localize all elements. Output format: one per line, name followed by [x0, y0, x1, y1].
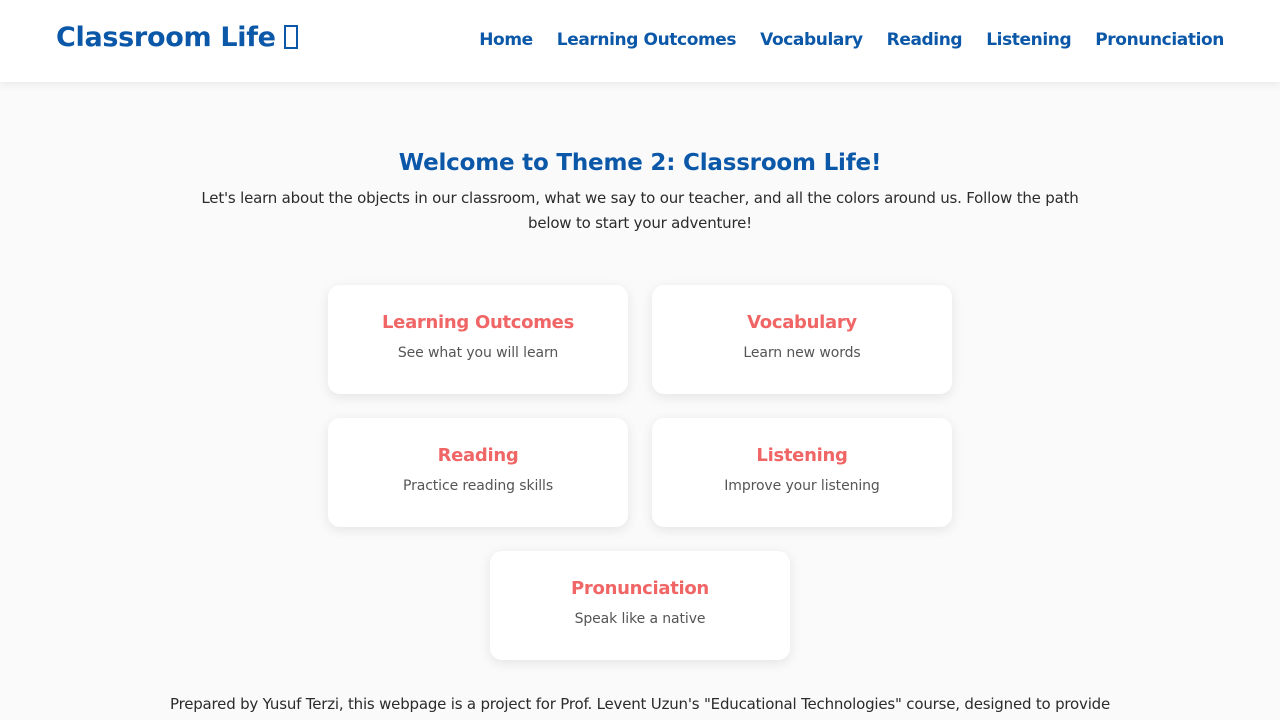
card-learning-outcomes[interactable]: Learning Outcomes See what you will lear…	[328, 285, 628, 394]
nav-link-home[interactable]: Home	[479, 30, 533, 50]
logo-text: Classroom Life	[56, 22, 276, 53]
card-pronunciation[interactable]: Pronunciation Speak like a native	[490, 551, 790, 660]
card-description: Learn new words	[743, 345, 861, 361]
card-title: Learning Outcomes	[382, 312, 574, 333]
site-logo[interactable]: Classroom Life	[56, 22, 298, 53]
card-description: See what you will learn	[397, 345, 559, 361]
nav-link-reading[interactable]: Reading	[887, 30, 963, 50]
card-reading[interactable]: Reading Practice reading skills	[328, 418, 628, 527]
card-title: Reading	[437, 445, 519, 466]
nav-link-listening[interactable]: Listening	[986, 30, 1071, 50]
card-description: Practice reading skills	[402, 478, 554, 494]
missing-glyph-box-icon	[283, 25, 298, 49]
welcome-section: Welcome to Theme 2: Classroom Life! Let'…	[0, 150, 1280, 236]
card-title: Pronunciation	[571, 578, 709, 599]
nav-link-pronunciation[interactable]: Pronunciation	[1095, 30, 1224, 50]
card-title: Vocabulary	[747, 312, 857, 333]
card-vocabulary[interactable]: Vocabulary Learn new words	[652, 285, 952, 394]
nav-link-vocabulary[interactable]: Vocabulary	[760, 30, 863, 50]
card-title: Listening	[756, 445, 848, 466]
card-listening[interactable]: Listening Improve your listening	[652, 418, 952, 527]
page-title: Welcome to Theme 2: Classroom Life!	[398, 150, 882, 176]
main-nav: Home Learning Outcomes Vocabulary Readin…	[479, 30, 1224, 50]
site-header: Classroom Life Home Learning Outcomes Vo…	[0, 0, 1280, 82]
footer-credits: Prepared by Yusuf Terzi, this webpage is…	[169, 695, 1111, 713]
intro-text: Let's learn about the objects in our cla…	[201, 189, 1079, 232]
nav-link-learning-outcomes[interactable]: Learning Outcomes	[557, 30, 737, 50]
card-description: Speak like a native	[574, 611, 706, 627]
card-description: Improve your listening	[724, 478, 880, 494]
